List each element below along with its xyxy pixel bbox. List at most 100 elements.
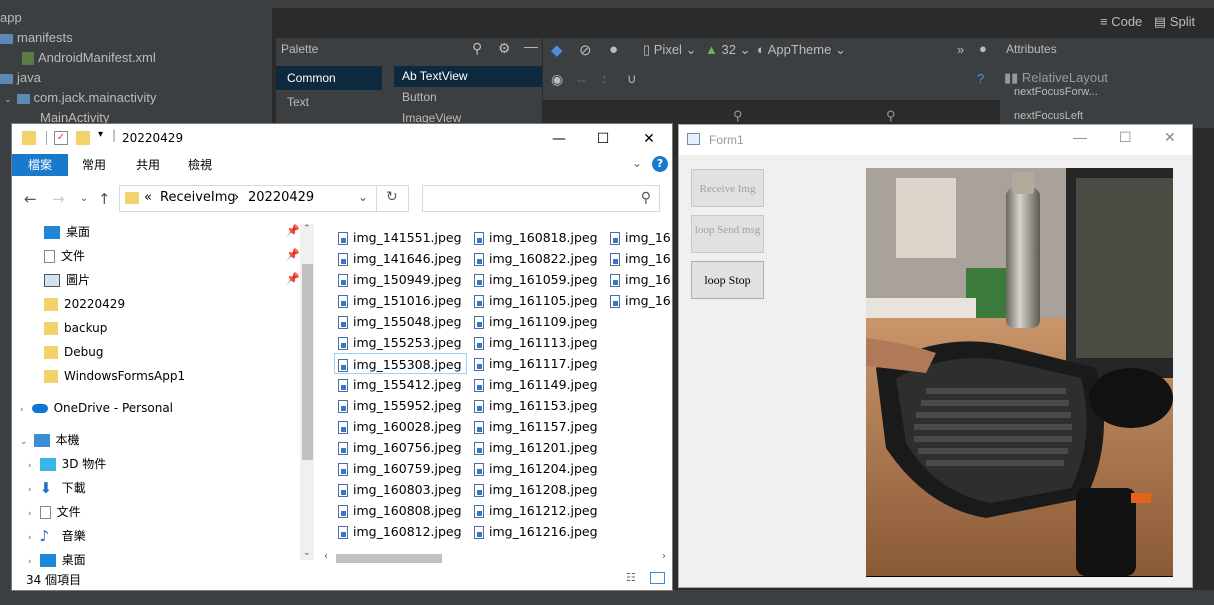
scroll-left-icon[interactable]: ‹	[324, 551, 328, 562]
tree-item-manifest-file[interactable]: AndroidManifest.xml	[22, 48, 156, 68]
search-icon[interactable]: ⚲	[472, 40, 482, 57]
tree-item-package[interactable]: ⌄ com.jack.mainactivity	[4, 88, 156, 108]
split-view-button[interactable]: ▤ Split	[1154, 14, 1195, 29]
nav-item-this-pc[interactable]: ⌄ 本機	[20, 428, 80, 452]
file-item[interactable]: img_141646.jpeg	[338, 248, 462, 269]
file-item[interactable]: img_161113.jpeg	[474, 332, 598, 353]
nav-item-music[interactable]: › ♪ 音樂	[28, 524, 86, 548]
nav-item-folder-backup[interactable]: backup	[44, 316, 107, 340]
pin-icon[interactable]: 📌	[286, 272, 300, 285]
eye-icon[interactable]: ◉	[551, 71, 563, 88]
tab-file[interactable]: 檔案	[12, 154, 68, 176]
file-item[interactable]: img_151016.jpeg	[338, 290, 462, 311]
maximize-button[interactable]: ☐	[580, 124, 626, 154]
horizontal-arrows-icon[interactable]: ↔	[575, 71, 588, 86]
file-item[interactable]: img_155048.jpeg	[338, 311, 462, 332]
tree-root[interactable]: app	[0, 8, 22, 28]
vertical-arrows-icon[interactable]: ↕	[601, 71, 608, 86]
close-button[interactable]: ✕	[1164, 129, 1176, 146]
attribute-row[interactable]: nextFocusLeft	[1014, 110, 1083, 122]
nav-item-folder-windowsformsapp1[interactable]: WindowsFormsApp1	[44, 364, 185, 388]
minimize-button[interactable]: —	[536, 124, 582, 154]
pin-icon[interactable]: 📌	[286, 248, 300, 261]
chevron-down-icon[interactable]: ▾	[98, 129, 103, 140]
back-arrow-icon[interactable]: ←	[24, 190, 37, 208]
file-item[interactable]: img_161208.jpeg	[474, 479, 598, 500]
search-input[interactable]: ⚲	[422, 185, 660, 212]
tree-item-java[interactable]: java	[0, 68, 41, 88]
api-selector[interactable]: ▲ 32 ⌄	[705, 42, 750, 58]
help-icon[interactable]: ?	[977, 71, 984, 86]
pin-icon[interactable]: 📌	[286, 224, 300, 237]
file-item[interactable]: img_150949.jpeg	[338, 269, 462, 290]
file-item[interactable]: img_161059.jpeg	[474, 269, 598, 290]
nav-item-folder-debug[interactable]: Debug	[44, 340, 103, 364]
palette-item-textview[interactable]: Ab TextView	[394, 66, 542, 87]
tree-item-manifests[interactable]: manifests	[0, 28, 73, 48]
file-item[interactable]: img_155308.jpeg	[334, 353, 467, 374]
loop-send-msg-button[interactable]: loop Send msg	[691, 215, 764, 253]
file-item[interactable]: img_155952.jpeg	[338, 395, 462, 416]
file-item[interactable]: img_161149.jpeg	[474, 374, 598, 395]
scrollbar-thumb[interactable]	[302, 264, 313, 460]
details-view-icon[interactable]: ☷	[626, 571, 636, 584]
file-item[interactable]: img_155412.jpeg	[338, 374, 462, 395]
breadcrumb-current[interactable]: 20220429	[248, 190, 314, 205]
orientation-icon[interactable]: ⊘	[579, 41, 592, 59]
file-item[interactable]: img_160818.jpeg	[474, 227, 598, 248]
file-item[interactable]: img_155253.jpeg	[338, 332, 462, 353]
tab-share[interactable]: 共用	[126, 154, 170, 176]
file-list-hscrollbar[interactable]: ‹ ›	[322, 551, 672, 565]
file-item[interactable]: img_161	[610, 248, 672, 269]
magnet-icon[interactable]: ∪	[627, 71, 637, 87]
layers-icon[interactable]: ◆	[551, 41, 563, 59]
nav-item-3d-objects[interactable]: › 3D 物件	[28, 452, 106, 476]
file-item[interactable]: img_160028.jpeg	[338, 416, 462, 437]
tab-home[interactable]: 常用	[72, 154, 116, 176]
close-button[interactable]: ✕	[626, 124, 672, 154]
file-item[interactable]: img_161216.jpeg	[474, 521, 598, 542]
file-item[interactable]: img_160808.jpeg	[338, 500, 462, 521]
nav-item-desktop[interactable]: 桌面	[44, 220, 90, 244]
attribute-row[interactable]: nextFocusForw...	[1014, 86, 1098, 98]
file-item[interactable]: img_141551.jpeg	[338, 227, 462, 248]
palette-category-common[interactable]: Common	[276, 66, 382, 90]
chevron-down-icon[interactable]: ⌄	[632, 156, 642, 170]
file-item[interactable]: img_161105.jpeg	[474, 290, 598, 311]
up-arrow-icon[interactable]: ↑	[98, 190, 111, 208]
nav-item-downloads[interactable]: › ⬇ 下載	[28, 476, 86, 500]
scroll-up-icon[interactable]: ⌃	[303, 224, 311, 234]
large-icons-view-icon[interactable]	[650, 572, 665, 584]
nav-item-documents-pc[interactable]: › 文件	[28, 500, 81, 524]
nav-pane-scrollbar[interactable]: ⌃ ⌄	[300, 224, 314, 560]
help-icon[interactable]: ?	[652, 156, 668, 172]
file-item[interactable]: img_161204.jpeg	[474, 458, 598, 479]
file-item[interactable]: img_160756.jpeg	[338, 437, 462, 458]
loop-stop-button[interactable]: loop Stop	[691, 261, 764, 299]
new-folder-icon[interactable]	[76, 131, 90, 145]
file-item[interactable]: img_161109.jpeg	[474, 311, 598, 332]
recent-dropdown-icon[interactable]: ⌄	[80, 193, 88, 204]
file-item[interactable]: img_161	[610, 290, 672, 311]
file-item[interactable]: img_161212.jpeg	[474, 500, 598, 521]
nav-item-desktop-pc[interactable]: › 桌面	[28, 548, 86, 570]
file-item[interactable]: img_161153.jpeg	[474, 395, 598, 416]
properties-icon[interactable]: ✓	[54, 131, 68, 145]
scroll-right-icon[interactable]: ›	[662, 551, 666, 562]
forward-arrow-icon[interactable]: →	[52, 190, 65, 208]
file-item[interactable]: img_161117.jpeg	[474, 353, 598, 374]
code-view-button[interactable]: ≡ Code	[1100, 14, 1142, 29]
file-item[interactable]: img_161	[610, 227, 672, 248]
overflow-icon[interactable]: »	[957, 42, 964, 57]
refresh-icon[interactable]: ↻	[386, 189, 398, 205]
gear-icon[interactable]: ⚙	[498, 40, 511, 57]
tab-view[interactable]: 檢視	[178, 154, 222, 176]
palette-category-text[interactable]: Text	[276, 90, 382, 114]
file-item[interactable]: img_161201.jpeg	[474, 437, 598, 458]
file-item[interactable]: img_161157.jpeg	[474, 416, 598, 437]
file-item[interactable]: img_160759.jpeg	[338, 458, 462, 479]
file-item[interactable]: img_160803.jpeg	[338, 479, 462, 500]
palette-item-button[interactable]: Button	[394, 87, 542, 108]
breadcrumb-parent[interactable]: ReceiveImg	[160, 190, 236, 205]
nav-item-pictures[interactable]: 圖片	[44, 268, 90, 292]
